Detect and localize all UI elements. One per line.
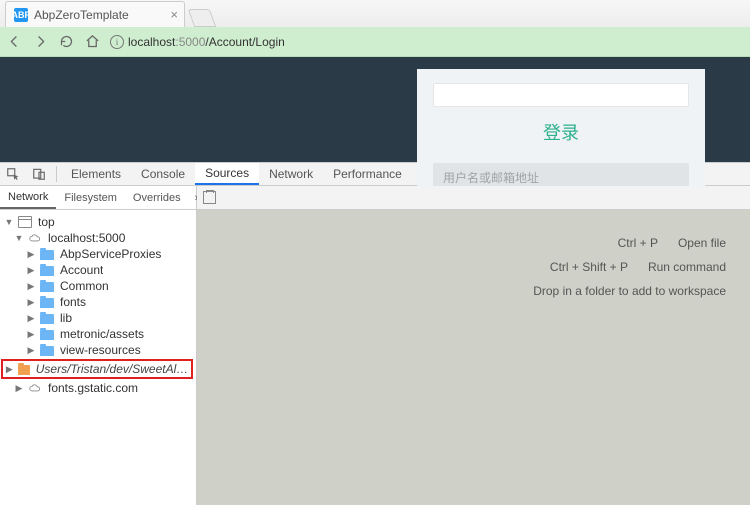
side-tab-overrides[interactable]: Overrides bbox=[125, 186, 189, 209]
chevron-right-icon[interactable]: ▶ bbox=[26, 249, 36, 259]
file-tree: ▼ top ▼ localhost:5000 ▶ AbpServiceProxies ▶ Ac… bbox=[0, 210, 196, 505]
browser-tab[interactable]: ABP AbpZeroTemplate × bbox=[5, 1, 185, 27]
tree-row[interactable]: ▼ localhost:5000 bbox=[0, 230, 196, 246]
folder-icon bbox=[40, 346, 54, 356]
home-button[interactable] bbox=[84, 34, 100, 50]
browser-tab-strip: ABP AbpZeroTemplate × bbox=[0, 0, 750, 27]
cloud-icon bbox=[28, 382, 42, 394]
drop-hint: Drop in a folder to add to workspace bbox=[533, 284, 726, 298]
tree-row[interactable]: ▶ metronic/assets bbox=[0, 326, 196, 342]
tree-row[interactable]: ▶ lib bbox=[0, 310, 196, 326]
tab-title: AbpZeroTemplate bbox=[34, 8, 129, 22]
tree-label: AbpServiceProxies bbox=[60, 247, 161, 261]
chevron-right-icon[interactable]: ▶ bbox=[26, 329, 36, 339]
tree-row[interactable]: ▶ view-resources bbox=[0, 342, 196, 358]
tree-row[interactable]: ▶ Users/Tristan/dev/SweetAlert/dev bbox=[1, 359, 193, 379]
new-tab-button[interactable] bbox=[188, 9, 217, 27]
chevron-right-icon[interactable]: ▶ bbox=[14, 383, 24, 393]
chevron-right-icon[interactable]: ▶ bbox=[26, 297, 36, 307]
tree-row[interactable]: ▶ fonts bbox=[0, 294, 196, 310]
devtab-network[interactable]: Network bbox=[259, 163, 323, 185]
chevron-right-icon[interactable]: ▶ bbox=[26, 313, 36, 323]
top-field[interactable] bbox=[433, 83, 689, 107]
cloud-icon bbox=[28, 232, 42, 244]
folder-icon bbox=[40, 330, 54, 340]
close-icon[interactable]: × bbox=[170, 7, 178, 22]
devtools-body: Network Filesystem Overrides » ⋮ ▼ top ▼ lo… bbox=[0, 186, 750, 505]
chevron-right-icon[interactable]: ▶ bbox=[26, 281, 36, 291]
shortcut-key: Ctrl + Shift + P bbox=[550, 260, 628, 274]
folder-icon bbox=[40, 282, 54, 292]
tree-label: fonts.gstatic.com bbox=[48, 381, 138, 395]
tree-label: Account bbox=[60, 263, 103, 277]
folder-icon bbox=[18, 365, 30, 375]
browser-toolbar: i localhost:5000/Account/Login bbox=[0, 27, 750, 57]
chevron-down-icon[interactable]: ▼ bbox=[14, 233, 24, 243]
page-content: 登录 用户名或邮箱地址 bbox=[0, 57, 750, 162]
tree-row[interactable]: ▶ Common bbox=[0, 278, 196, 294]
sources-sidebar: Network Filesystem Overrides » ⋮ ▼ top ▼ lo… bbox=[0, 186, 197, 505]
devtab-performance[interactable]: Performance bbox=[323, 163, 412, 185]
folder-icon bbox=[40, 266, 54, 276]
chevron-down-icon[interactable]: ▼ bbox=[4, 217, 14, 227]
tree-label: Common bbox=[60, 279, 109, 293]
chevron-right-icon[interactable]: ▶ bbox=[26, 345, 36, 355]
sidebar-header: Network Filesystem Overrides » ⋮ bbox=[0, 186, 196, 210]
devtab-console[interactable]: Console bbox=[131, 163, 195, 185]
inspect-icon[interactable] bbox=[0, 167, 26, 181]
side-tab-network[interactable]: Network bbox=[0, 186, 56, 209]
sources-main: Ctrl + P Open file Ctrl + Shift + P Run co… bbox=[197, 186, 750, 505]
folder-icon bbox=[40, 298, 54, 308]
folder-icon bbox=[40, 250, 54, 260]
back-button[interactable] bbox=[6, 34, 22, 50]
folder-icon bbox=[40, 314, 54, 324]
tree-row[interactable]: ▶ fonts.gstatic.com bbox=[0, 380, 196, 396]
shortcut-action: Run command bbox=[648, 260, 726, 274]
sources-hint: Ctrl + P Open file Ctrl + Shift + P Run co… bbox=[533, 236, 726, 298]
chevron-right-icon[interactable]: ▶ bbox=[5, 364, 14, 374]
tree-label: top bbox=[38, 215, 55, 229]
editor-tab-bar bbox=[197, 186, 750, 210]
tab-favicon: ABP bbox=[14, 8, 28, 22]
shortcut-key: Ctrl + P bbox=[618, 236, 658, 250]
site-info-icon[interactable]: i bbox=[110, 35, 124, 49]
tree-row[interactable]: ▶ Account bbox=[0, 262, 196, 278]
reload-button[interactable] bbox=[58, 34, 74, 50]
chevron-right-icon[interactable]: ▶ bbox=[26, 265, 36, 275]
devtab-elements[interactable]: Elements bbox=[61, 163, 131, 185]
url-path: /Account/Login bbox=[205, 35, 284, 49]
tree-label: view-resources bbox=[60, 343, 141, 357]
forward-button[interactable] bbox=[32, 34, 48, 50]
login-title: 登录 bbox=[433, 119, 689, 145]
side-tab-filesystem[interactable]: Filesystem bbox=[56, 186, 125, 209]
window-icon bbox=[18, 216, 32, 228]
tree-label: lib bbox=[60, 311, 72, 325]
tree-label: Users/Tristan/dev/SweetAlert/dev bbox=[36, 362, 189, 376]
file-tab-icon[interactable] bbox=[203, 191, 216, 204]
url-host: localhost bbox=[128, 35, 175, 49]
tree-label: localhost:5000 bbox=[48, 231, 125, 245]
devtab-sources[interactable]: Sources bbox=[195, 163, 259, 185]
device-icon[interactable] bbox=[26, 167, 52, 181]
tree-label: fonts bbox=[60, 295, 86, 309]
address-bar[interactable]: i localhost:5000/Account/Login bbox=[110, 35, 744, 49]
url-port: :5000 bbox=[175, 35, 205, 49]
shortcut-action: Open file bbox=[678, 236, 726, 250]
tree-row[interactable]: ▼ top bbox=[0, 214, 196, 230]
tree-label: metronic/assets bbox=[60, 327, 144, 341]
tree-row[interactable]: ▶ AbpServiceProxies bbox=[0, 246, 196, 262]
